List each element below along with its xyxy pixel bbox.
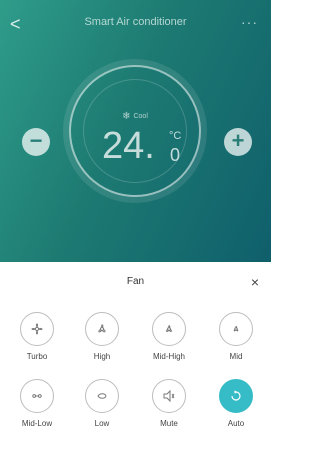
page-title: Smart Air conditioner xyxy=(84,16,187,28)
fan-panel: Fan × Turbo High Mid-High Mid Mid-Low Lo… xyxy=(0,262,271,457)
temperature-value: 24. xyxy=(102,125,155,167)
mode-label: Cool xyxy=(133,113,148,120)
auto-icon xyxy=(219,379,253,413)
increase-temp-button[interactable]: + xyxy=(224,128,252,156)
fan-mid-icon xyxy=(219,312,253,346)
more-options-icon[interactable]: ··· xyxy=(241,15,263,29)
fan-option-high[interactable]: High xyxy=(69,312,135,361)
fan-option-mid-low[interactable]: Mid-Low xyxy=(4,379,70,428)
decrease-temp-button[interactable]: − xyxy=(22,128,50,156)
mode-indicator: ❄ Cool xyxy=(71,111,199,122)
fan-option-mid[interactable]: Mid xyxy=(203,312,269,361)
fan-option-label: Mid-Low xyxy=(21,419,53,428)
fan-option-label: Mid xyxy=(229,352,243,361)
fan-option-mid-high[interactable]: Mid-High xyxy=(136,312,202,361)
temperature-dial[interactable]: ❄ Cool 24. °C 0 xyxy=(69,65,201,197)
thermostat-area: < Smart Air conditioner ··· ❄ Cool 24. °C… xyxy=(0,0,271,262)
temperature-unit: °C xyxy=(169,130,182,142)
temperature-decimal: 0 xyxy=(170,145,181,165)
fan-option-low[interactable]: Low xyxy=(69,379,135,428)
fan-option-label: Mute xyxy=(160,419,178,428)
fan-mid-high-icon xyxy=(152,312,186,346)
fan-option-label: Auto xyxy=(227,419,245,428)
fan-option-label: High xyxy=(93,352,111,361)
fan-high-icon xyxy=(85,312,119,346)
snowflake-icon: ❄ xyxy=(122,111,131,122)
fan-low-icon xyxy=(85,379,119,413)
panel-title: Fan xyxy=(126,276,145,287)
fan-option-label: Mid-High xyxy=(152,352,185,361)
fan-option-mute[interactable]: Mute xyxy=(136,379,202,428)
fan-turbo-icon xyxy=(20,312,54,346)
title-bar: < Smart Air conditioner ··· xyxy=(0,0,271,44)
close-icon[interactable]: × xyxy=(247,274,263,290)
fan-option-turbo[interactable]: Turbo xyxy=(4,312,70,361)
mute-icon xyxy=(152,379,186,413)
fan-option-auto[interactable]: Auto xyxy=(203,379,269,428)
fan-mid-low-icon xyxy=(20,379,54,413)
fan-option-label: Turbo xyxy=(26,352,48,361)
fan-option-label: Low xyxy=(94,419,110,428)
